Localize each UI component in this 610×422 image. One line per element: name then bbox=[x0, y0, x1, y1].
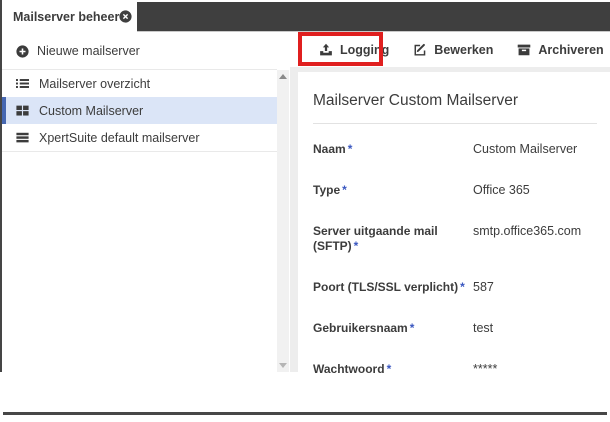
upload-icon bbox=[319, 43, 333, 57]
field-value: ***** bbox=[473, 362, 498, 376]
sidebar-item-custom-mailserver[interactable]: Custom Mailserver bbox=[2, 97, 277, 124]
plus-circle-icon bbox=[16, 44, 29, 58]
field-value: Custom Mailserver bbox=[473, 142, 578, 156]
field-row-wachtwoord: Wachtwoord * ***** bbox=[298, 362, 610, 377]
bewerken-label: Bewerken bbox=[434, 43, 494, 57]
app-window: Mailserver beheer Nieuwe mailserver Mail… bbox=[0, 0, 610, 422]
panel-gap-vertical bbox=[290, 67, 298, 372]
field-row-poort: Poort (TLS/SSL verplicht) * 587 bbox=[298, 280, 610, 295]
sidebar-item-xpertsuite-default-mailserver[interactable]: XpertSuite default mailserver bbox=[2, 124, 277, 151]
field-label: Server uitgaande mail (SFTP) * bbox=[313, 224, 438, 253]
field-row-naam: Naam * Custom Mailserver bbox=[298, 142, 610, 157]
sidebar: Nieuwe mailserver Mailserver overzicht C… bbox=[2, 33, 277, 372]
field-label: Type * bbox=[313, 183, 347, 197]
required-marker: * bbox=[460, 280, 465, 294]
tab-mailserver-beheer[interactable]: Mailserver beheer bbox=[2, 0, 137, 33]
required-marker: * bbox=[386, 362, 392, 376]
list-icon bbox=[16, 77, 29, 90]
field-value: smtp.office365.com bbox=[473, 224, 582, 238]
field-list: Naam * Custom Mailserver Type * Office 365… bbox=[298, 142, 610, 377]
tab-title: Mailserver beheer bbox=[13, 9, 120, 24]
edit-icon bbox=[413, 43, 427, 57]
field-label: Wachtwoord * bbox=[313, 362, 392, 376]
archiveren-label: Archiveren bbox=[538, 43, 604, 57]
mailserver-detail-panel: Mailserver Custom Mailserver Naam * Custo… bbox=[298, 72, 610, 376]
sidebar-item-label: XpertSuite default mailserver bbox=[39, 130, 200, 145]
server-icon bbox=[16, 131, 29, 144]
required-marker: * bbox=[347, 142, 353, 156]
scroll-up-icon[interactable] bbox=[279, 74, 287, 79]
field-row-type: Type * Office 365 bbox=[298, 183, 610, 198]
scroll-down-icon[interactable] bbox=[279, 363, 287, 368]
logging-button[interactable]: Logging bbox=[307, 33, 401, 67]
field-value: test bbox=[473, 321, 494, 335]
bewerken-button[interactable]: Bewerken bbox=[401, 33, 505, 67]
page-title: Mailserver Custom Mailserver bbox=[313, 92, 518, 109]
new-mailserver-button[interactable]: Nieuwe mailserver bbox=[2, 33, 277, 70]
logging-label: Logging bbox=[340, 43, 390, 57]
required-marker: * bbox=[342, 183, 347, 197]
field-value: 587 bbox=[473, 280, 494, 294]
required-marker: * bbox=[409, 321, 415, 335]
tab-close-icon[interactable] bbox=[119, 10, 132, 23]
sidebar-scrollbar[interactable] bbox=[277, 70, 289, 372]
archiveren-button[interactable]: Archiveren bbox=[505, 33, 610, 67]
sidebar-item-label: Mailserver overzicht bbox=[39, 76, 151, 91]
new-mailserver-label: Nieuwe mailserver bbox=[37, 44, 140, 58]
bottom-separator bbox=[3, 412, 607, 415]
detail-toolbar: Logging Bewerken Archiveren bbox=[298, 33, 610, 67]
tab-strip-background bbox=[137, 2, 610, 32]
sidebar-item-label: Custom Mailserver bbox=[39, 103, 144, 118]
field-value: Office 365 bbox=[473, 183, 530, 197]
field-row-gebruikersnaam: Gebruikersnaam * test bbox=[298, 321, 610, 336]
mailserver-list: Mailserver overzicht Custom Mailserver X… bbox=[2, 70, 277, 152]
title-divider bbox=[313, 123, 597, 124]
field-label: Poort (TLS/SSL verplicht) * bbox=[313, 280, 465, 294]
required-marker: * bbox=[353, 239, 359, 253]
sidebar-item-mailserver-overzicht[interactable]: Mailserver overzicht bbox=[2, 70, 277, 97]
field-row-server-uitgaande-mail: Server uitgaande mail (SFTP) * smtp.offic… bbox=[298, 224, 610, 254]
grid-icon bbox=[16, 104, 29, 117]
field-label: Gebruikersnaam * bbox=[313, 321, 415, 335]
archive-icon bbox=[517, 43, 531, 57]
field-label: Naam * bbox=[313, 142, 353, 156]
